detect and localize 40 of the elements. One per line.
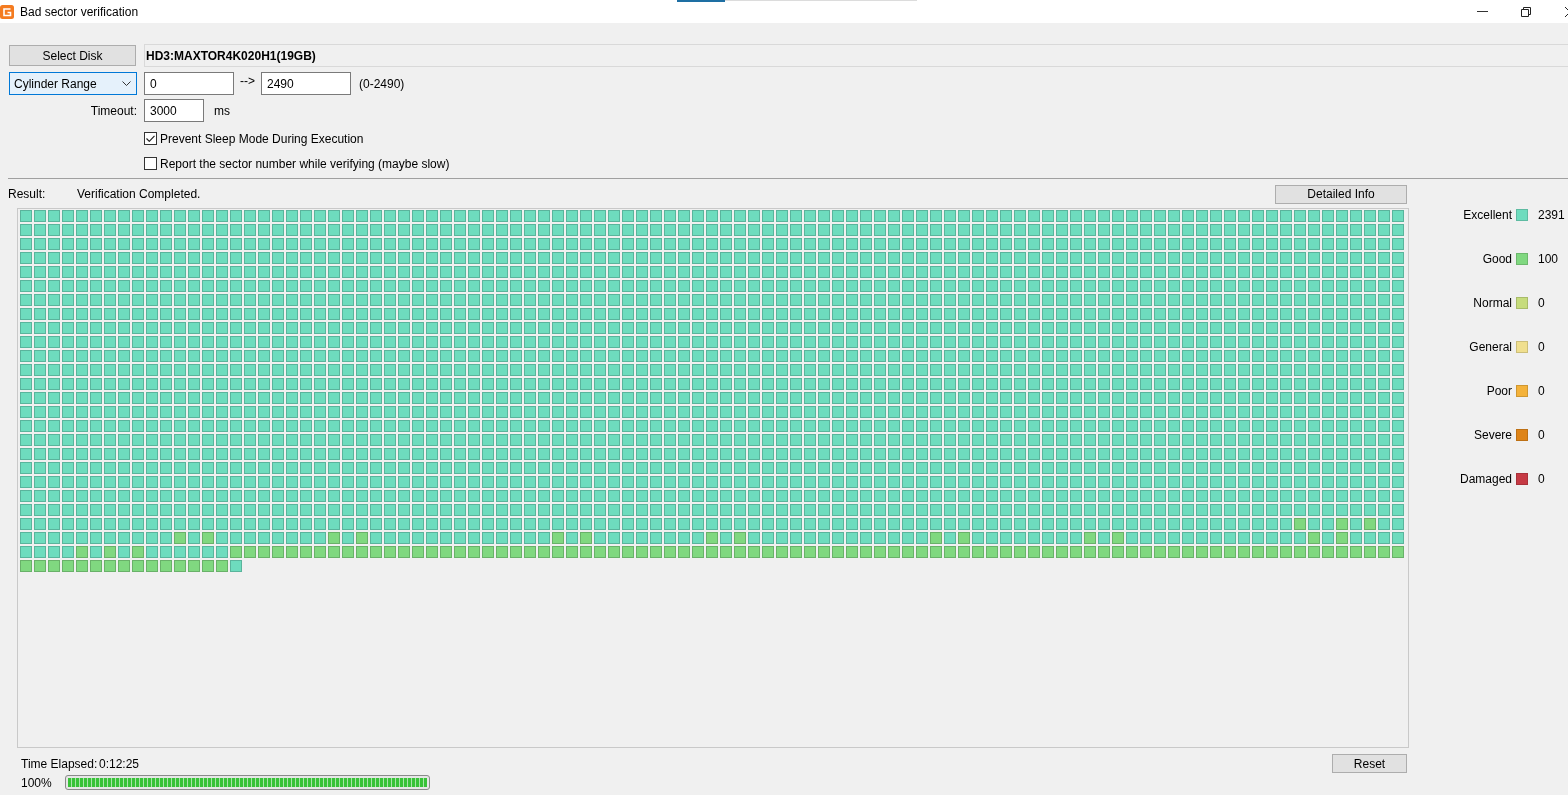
- progress-percent: 100%: [21, 775, 52, 790]
- legend-label: Good: [1482, 252, 1512, 266]
- legend-count: 0: [1538, 428, 1545, 442]
- timeout-label: Timeout:: [90, 103, 137, 118]
- close-icon[interactable]: [1565, 6, 1568, 17]
- legend-label: Normal: [1473, 296, 1512, 310]
- legend-label: Damaged: [1459, 472, 1512, 486]
- checkbox-label[interactable]: Report the sector number while verifying (maybe slow): [160, 156, 450, 171]
- legend-count: 2391: [1538, 208, 1565, 222]
- timeout-unit-label: ms: [214, 103, 230, 118]
- reset-button[interactable]: Reset: [1332, 754, 1407, 773]
- elapsed-time: 0:12:25: [99, 756, 140, 771]
- range-separator: -->: [240, 73, 255, 88]
- range-limits-label: (0-2490): [359, 76, 405, 91]
- legend-label: General: [1469, 340, 1512, 354]
- legend-count: 0: [1538, 340, 1545, 354]
- legend-count: 100: [1538, 252, 1559, 266]
- result-status: Verification Completed.: [77, 187, 201, 201]
- detailed-info-button[interactable]: Detailed Info: [1275, 184, 1407, 204]
- checkbox[interactable]: [144, 157, 157, 170]
- range-mode-dropdown[interactable]: Cylinder Range: [9, 72, 137, 95]
- result-label: Result:: [8, 187, 46, 201]
- chevron-down-icon: [122, 81, 131, 86]
- legend-count: 0: [1538, 296, 1545, 310]
- legend-label: Excellent: [1463, 208, 1512, 222]
- legend-label: Poor: [1486, 384, 1512, 398]
- select-disk-button[interactable]: Select Disk: [9, 45, 136, 66]
- elapsed-label: Time Elapsed:: [21, 756, 98, 771]
- checkbox[interactable]: [144, 132, 157, 145]
- range-start-field[interactable]: 0: [144, 72, 234, 95]
- checkbox-label[interactable]: Prevent Sleep Mode During Execution: [160, 131, 364, 146]
- legend-count: 0: [1538, 384, 1545, 398]
- checkmark-icon: [146, 135, 155, 142]
- timeout-field[interactable]: 3000: [144, 99, 204, 122]
- range-end-field[interactable]: 2490: [261, 72, 351, 95]
- window-title: Bad sector verification: [20, 4, 139, 19]
- legend-count: 0: [1538, 472, 1545, 486]
- restore-icon[interactable]: [1521, 6, 1531, 17]
- legend-label: Severe: [1473, 428, 1512, 442]
- disk-name-label: HD3:MAXTOR4K020H1(19GB): [144, 44, 1568, 67]
